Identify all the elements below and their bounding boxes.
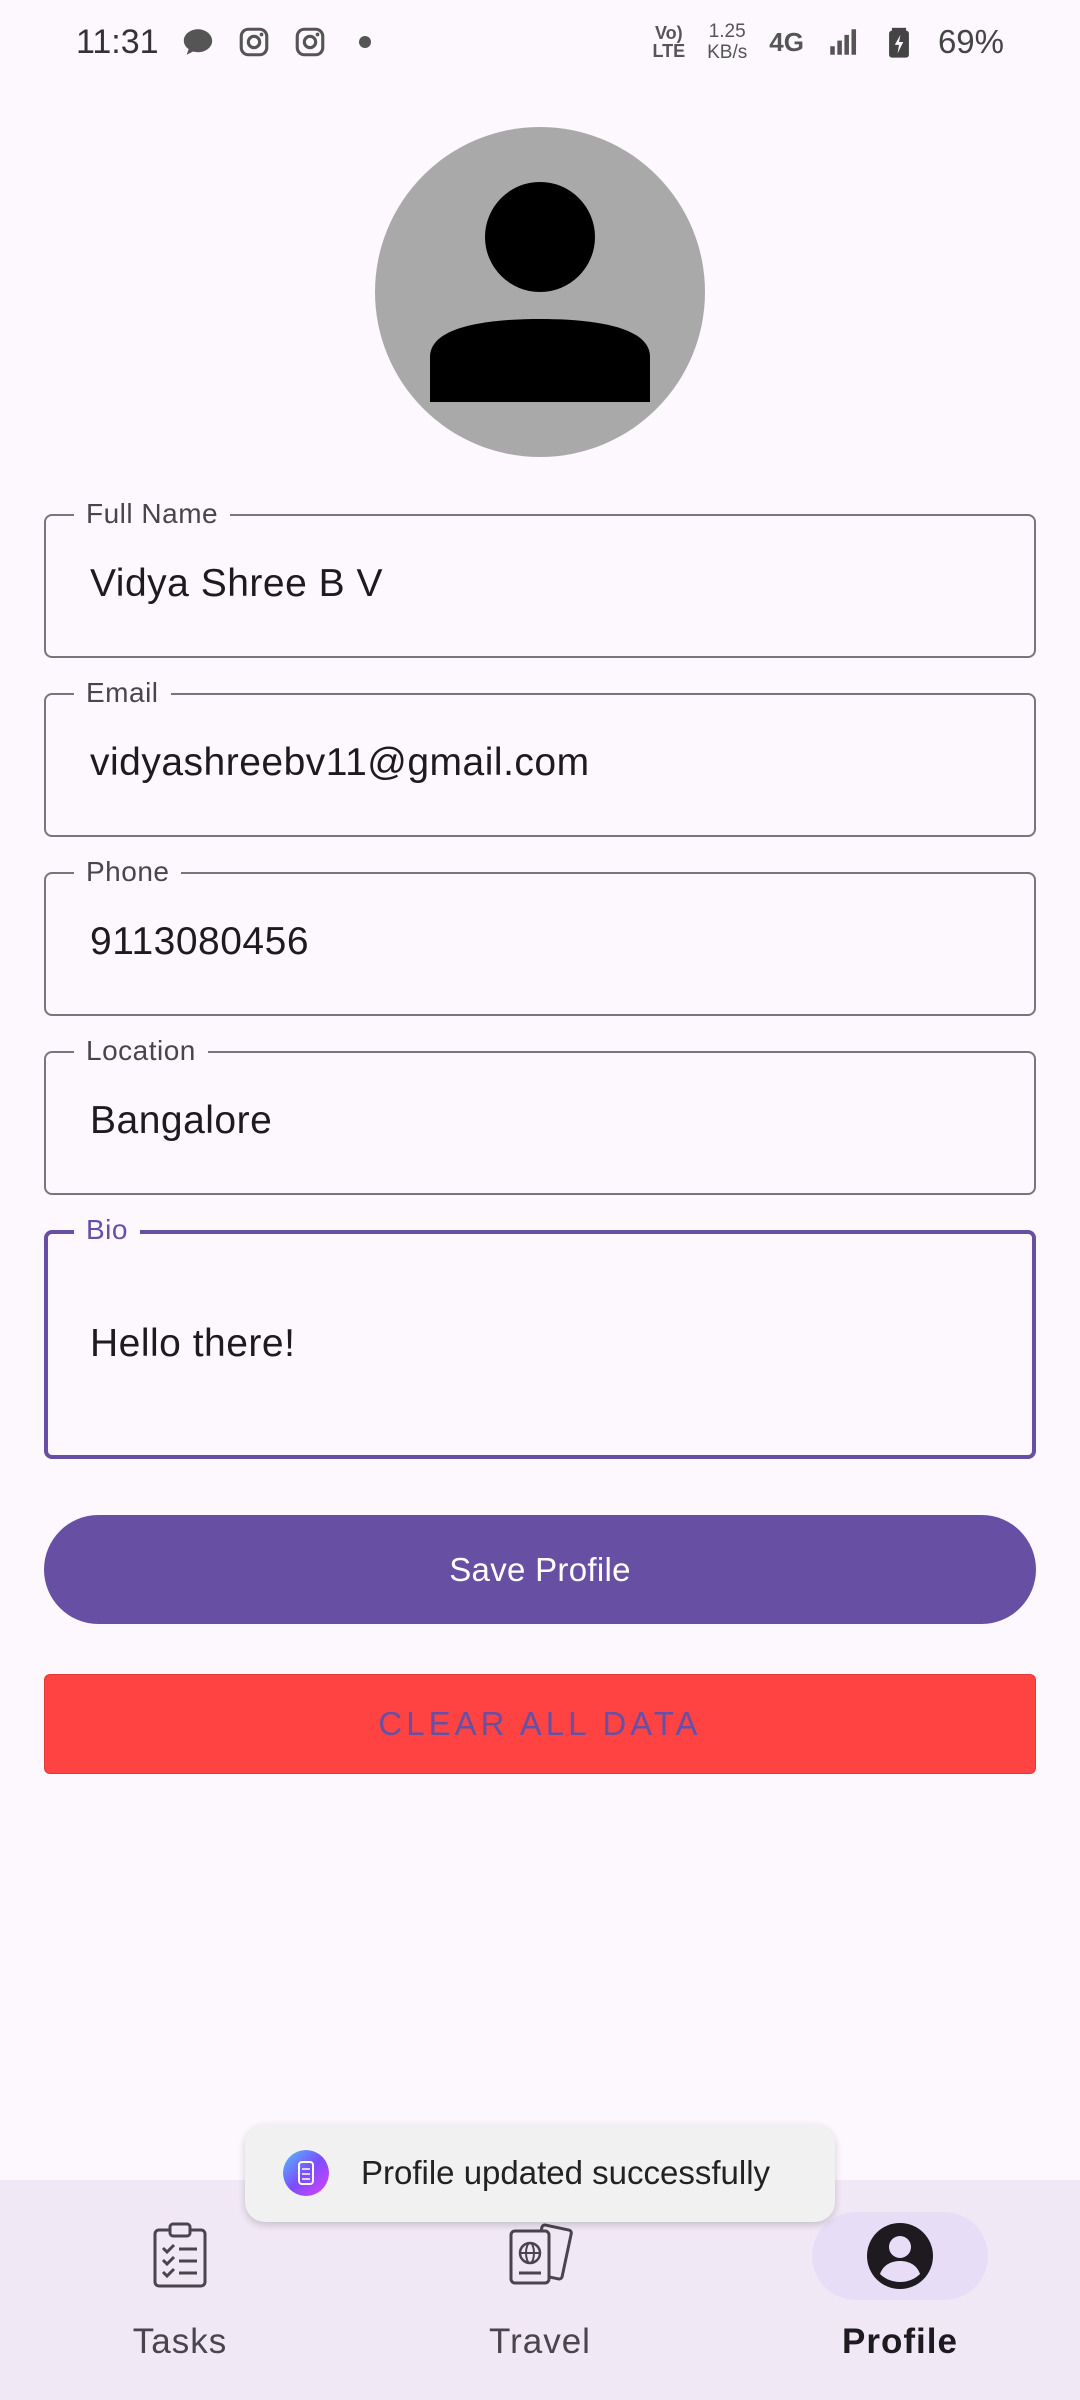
- chat-bubble-icon: [183, 29, 212, 55]
- bio-label: Bio: [74, 1215, 140, 1245]
- nav-label-travel: Travel: [489, 2322, 591, 2361]
- location-label: Location: [74, 1036, 208, 1066]
- nav-label-profile: Profile: [842, 2322, 958, 2361]
- network-speed-unit: KB/s: [707, 42, 748, 63]
- status-right: Vo) LTE 1.25 KB/s 4G 69%: [652, 21, 1004, 63]
- battery-percent: 69%: [937, 23, 1004, 60]
- network-type: 4G: [769, 26, 804, 57]
- instagram-icon: [239, 27, 268, 57]
- email-value[interactable]: vidyashreebv11@gmail.com: [90, 741, 590, 785]
- status-left: 11:31: [76, 23, 371, 62]
- volte-bottom: LTE: [652, 41, 686, 61]
- nav-travel-indicator: [452, 2212, 628, 2300]
- clear-all-data-button[interactable]: CLEAR ALL DATA: [44, 1674, 1036, 1774]
- account-circle-icon: [867, 2223, 933, 2289]
- email-label: Email: [74, 678, 171, 708]
- bio-value[interactable]: Hello there!: [90, 1322, 295, 1366]
- phone-label: Phone: [74, 857, 182, 887]
- toast-message: Profile updated successfully: [245, 2124, 835, 2222]
- network-speed: 1.25 KB/s: [707, 21, 747, 63]
- save-profile-button[interactable]: Save Profile: [44, 1515, 1036, 1624]
- app-icon: [283, 2150, 329, 2196]
- volte-top: Vo): [654, 23, 683, 43]
- toast-text: Profile updated successfully: [361, 2154, 771, 2191]
- location-field[interactable]: Location Bangalore: [44, 1036, 1036, 1195]
- full-name-value[interactable]: Vidya Shree B V: [90, 562, 383, 606]
- status-time: 11:31: [76, 22, 159, 61]
- avatar[interactable]: [375, 127, 705, 457]
- volte-indicator: Vo) LTE: [652, 24, 685, 60]
- clipboard-checklist-icon: [153, 2222, 207, 2288]
- status-bar: 11:31 Vo) LTE 1.25 KB/s 4G 69%: [0, 0, 1080, 84]
- email-field[interactable]: Email vidyashreebv11@gmail.com: [44, 678, 1036, 837]
- network-speed-value: 1.25: [708, 21, 746, 42]
- full-name-label: Full Name: [74, 499, 231, 529]
- nav-label-tasks: Tasks: [132, 2322, 228, 2361]
- signal-strength-icon: [830, 29, 856, 55]
- phone-value[interactable]: 9113080456: [90, 920, 309, 964]
- more-notifications-dot-icon: [358, 36, 371, 48]
- nav-tasks-indicator: [92, 2212, 268, 2300]
- full-name-field[interactable]: Full Name Vidya Shree B V: [44, 499, 1036, 658]
- phone-field[interactable]: Phone 9113080456: [44, 857, 1036, 1016]
- person-icon: [430, 182, 650, 402]
- location-value[interactable]: Bangalore: [90, 1099, 272, 1143]
- nav-profile-indicator: [812, 2212, 988, 2300]
- passport-ticket-icon: [509, 2223, 573, 2285]
- bio-field[interactable]: Bio Hello there!: [44, 1215, 1036, 1459]
- instagram-icon: [295, 27, 324, 57]
- battery-charging-icon: [889, 27, 909, 58]
